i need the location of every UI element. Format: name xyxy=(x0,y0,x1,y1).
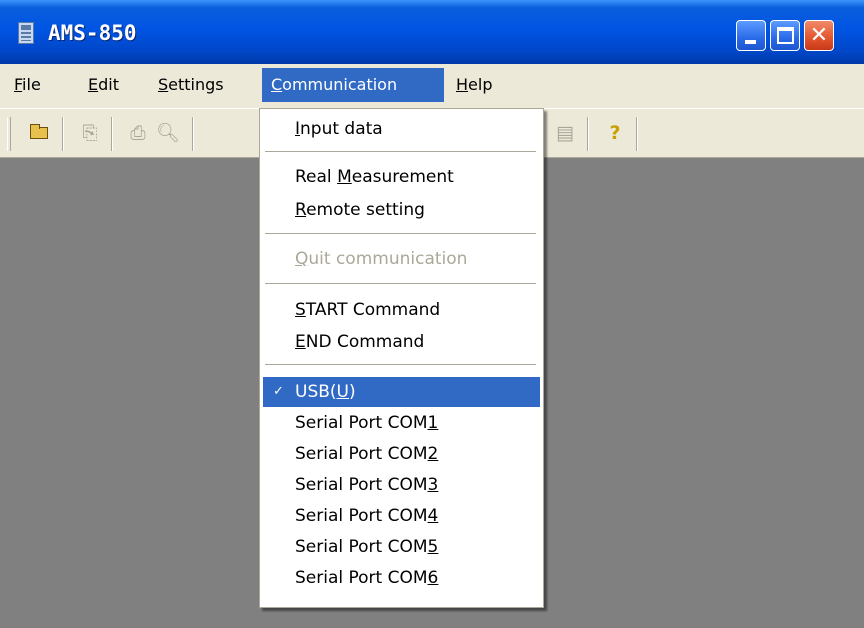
menu-item-serial-com2[interactable]: Serial Port COM2 xyxy=(263,439,540,469)
menu-accelerator: S xyxy=(158,75,169,94)
check-icon: ✓ xyxy=(273,384,284,399)
item-label: easurement xyxy=(351,167,454,187)
open-folder-icon[interactable] xyxy=(26,119,50,147)
folder-shape xyxy=(30,124,48,139)
item-accelerator: E xyxy=(295,332,306,352)
item-label: nput data xyxy=(300,119,383,139)
toolbar-separator xyxy=(62,117,64,151)
toolbar-separator xyxy=(111,117,113,151)
menu-accelerator: E xyxy=(88,75,99,94)
item-label: Serial Port COM xyxy=(295,444,428,464)
menu-label: elp xyxy=(468,75,493,94)
print-preview-icon: 🔍︎ xyxy=(155,121,181,144)
item-accelerator: Q xyxy=(295,249,309,269)
item-accelerator: 3 xyxy=(427,475,439,495)
application-window: AMS-850 ✕ File Edit Settings Communicati… xyxy=(0,0,864,628)
menu-item-serial-com1[interactable]: Serial Port COM1 xyxy=(263,408,540,438)
toolbar-separator xyxy=(587,117,589,151)
item-label: emote setting xyxy=(306,200,425,220)
menu-item-end-command[interactable]: END Command xyxy=(263,327,540,357)
communication-menu: Input data Real Measurement Remote setti… xyxy=(259,108,544,608)
menu-label: ile xyxy=(22,75,41,94)
menu-separator xyxy=(265,233,536,235)
maximize-button[interactable] xyxy=(770,20,800,51)
item-accelerator: R xyxy=(295,200,307,220)
toolbar-separator xyxy=(192,117,194,151)
toolbar-grip[interactable] xyxy=(7,117,11,151)
menu-accelerator: C xyxy=(271,75,283,94)
item-label: Serial Port COM xyxy=(295,413,428,433)
calculator-icon[interactable] xyxy=(18,22,34,44)
menu-item-quit-communication: Quit communication xyxy=(263,244,540,274)
item-label: uit communication xyxy=(308,249,468,269)
menu-label: ettings xyxy=(168,75,224,94)
menu-file[interactable]: File xyxy=(5,68,50,102)
menu-item-remote-setting[interactable]: Remote setting xyxy=(263,195,540,225)
item-accelerator: 5 xyxy=(427,537,439,557)
menu-settings[interactable]: Settings xyxy=(149,68,233,102)
menu-item-serial-com4[interactable]: Serial Port COM4 xyxy=(263,501,540,531)
item-label: Serial Port COM xyxy=(295,475,428,495)
close-button[interactable]: ✕ xyxy=(804,20,834,51)
item-label: Serial Port COM xyxy=(295,506,428,526)
menu-item-start-command[interactable]: START Command xyxy=(263,295,540,325)
title-bar[interactable]: AMS-850 ✕ xyxy=(0,0,864,64)
item-label: Serial Port COM xyxy=(295,568,428,588)
item-label: USB( xyxy=(295,382,337,402)
item-accelerator: 4 xyxy=(427,506,439,526)
menu-edit[interactable]: Edit xyxy=(79,68,128,102)
toolbar-separator xyxy=(636,117,638,151)
item-label: TART Command xyxy=(305,300,441,320)
item-accelerator: M xyxy=(337,167,352,187)
menu-item-serial-com6[interactable]: Serial Port COM6 xyxy=(263,563,540,593)
item-label: ) xyxy=(348,382,356,402)
minimize-icon xyxy=(745,40,756,44)
item-label: Serial Port COM xyxy=(295,537,428,557)
menu-communication[interactable]: Communication xyxy=(262,68,444,102)
item-accelerator: 1 xyxy=(427,413,439,433)
close-icon: ✕ xyxy=(809,23,829,48)
menu-label: dit xyxy=(98,75,119,94)
item-accelerator: 2 xyxy=(427,444,439,464)
menu-item-real-measurement[interactable]: Real Measurement xyxy=(263,162,540,192)
list-view-icon: ▤ xyxy=(556,121,574,144)
menu-accelerator: H xyxy=(456,75,469,94)
window-title: AMS-850 xyxy=(48,21,137,45)
menu-bar: File Edit Settings Communication Help xyxy=(0,64,864,108)
menu-label: ommunication xyxy=(282,75,398,94)
maximize-icon xyxy=(777,27,794,44)
menu-item-usb[interactable]: ✓ USB(U) xyxy=(263,377,540,407)
menu-item-serial-com5[interactable]: Serial Port COM5 xyxy=(263,532,540,562)
menu-separator xyxy=(265,283,536,285)
item-accelerator: 6 xyxy=(427,568,439,588)
item-accelerator: U xyxy=(336,382,349,402)
item-accelerator: S xyxy=(295,300,306,320)
copy-icon: ⎘ xyxy=(82,121,98,144)
menu-item-serial-com3[interactable]: Serial Port COM3 xyxy=(263,470,540,500)
menu-accelerator: F xyxy=(14,75,23,94)
print-icon: ⎙ xyxy=(130,121,146,144)
help-icon[interactable]: ? xyxy=(603,119,627,147)
item-label: ND Command xyxy=(305,332,425,352)
menu-separator xyxy=(265,364,536,366)
menu-separator xyxy=(265,151,536,153)
item-label: Real xyxy=(295,167,338,187)
menu-item-input-data[interactable]: Input data xyxy=(263,114,540,144)
menu-help[interactable]: Help xyxy=(447,68,501,102)
minimize-button[interactable] xyxy=(736,20,766,51)
